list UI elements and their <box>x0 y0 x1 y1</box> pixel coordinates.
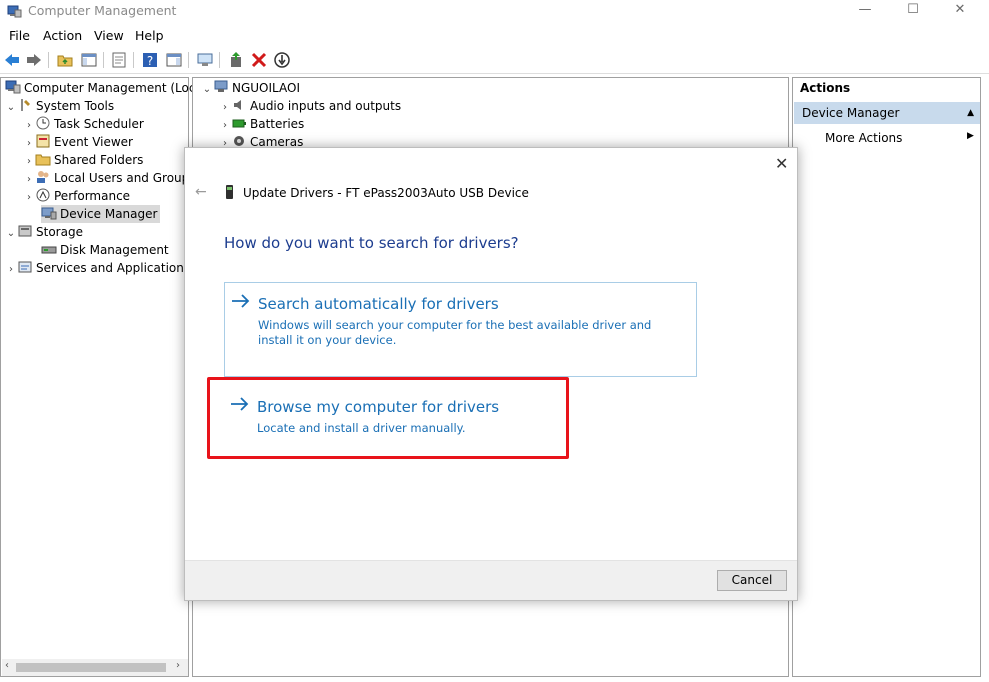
menu-bar: File Action View Help <box>0 25 989 45</box>
battery-icon <box>232 119 246 128</box>
up-folder-icon[interactable] <box>56 51 74 69</box>
camera-icon <box>234 136 244 146</box>
search-automatically-option[interactable]: Search automatically for drivers Windows… <box>224 282 697 377</box>
uninstall-device-icon[interactable] <box>250 51 268 69</box>
menu-help[interactable]: Help <box>135 28 164 43</box>
console-tree-pane: Computer Management (Local ⌄ System Tools… <box>0 77 206 677</box>
menu-action[interactable]: Action <box>43 28 82 43</box>
update-driver-icon[interactable] <box>227 51 245 69</box>
tools-icon <box>21 99 30 111</box>
toolbar-separator <box>219 52 220 68</box>
tree-item-event-viewer[interactable]: › Event Viewer <box>23 133 133 151</box>
more-actions-link[interactable]: More Actions <box>825 131 902 145</box>
scroll-left-icon[interactable]: ‹ <box>5 660 9 671</box>
search-automatically-description: Windows will search your computer for th… <box>258 318 652 347</box>
usb-device-icon <box>226 185 233 199</box>
dialog-heading: How do you want to search for drivers? <box>224 234 519 252</box>
tree-item-local-users[interactable]: › Local Users and Groups <box>23 169 196 187</box>
actions-pane: Actions Device Manager ▲ More Actions ▶ <box>792 77 981 677</box>
tree-item-storage[interactable]: ⌄ Storage <box>5 223 83 241</box>
disk-icon <box>41 246 57 254</box>
forward-arrow-icon[interactable] <box>25 51 43 69</box>
toolbar-separator <box>133 52 134 68</box>
horizontal-scrollbar[interactable]: ‹ › <box>2 659 188 676</box>
tree-item-computer-management[interactable]: Computer Management (Local <box>5 79 206 97</box>
tree-item-shared-folders[interactable]: › Shared Folders <box>23 151 143 169</box>
chevron-down-icon[interactable]: ⌄ <box>5 225 17 243</box>
window-title: Computer Management <box>28 3 177 18</box>
device-category-batteries[interactable]: › Batteries <box>219 115 304 133</box>
services-icon <box>18 261 32 273</box>
device-category-audio[interactable]: › Audio inputs and outputs <box>219 97 401 115</box>
tree-item-system-tools[interactable]: ⌄ System Tools <box>5 97 114 115</box>
close-window-button[interactable]: ✕ <box>937 0 983 22</box>
computer-icon <box>214 80 228 92</box>
maximize-button[interactable]: ☐ <box>890 0 936 22</box>
arrow-right-icon <box>232 294 250 308</box>
chevron-right-icon[interactable]: › <box>5 261 17 279</box>
cancel-button[interactable]: Cancel <box>717 570 787 591</box>
users-icon <box>37 171 49 183</box>
toolbar: ? <box>0 48 989 74</box>
menu-view[interactable]: View <box>94 28 124 43</box>
minimize-button[interactable]: — <box>842 0 888 22</box>
show-hide-console-tree-icon[interactable] <box>80 51 98 69</box>
tree-item-task-scheduler[interactable]: › Task Scheduler <box>23 115 144 133</box>
chevron-down-icon[interactable]: ⌄ <box>5 99 17 117</box>
dialog-title: Update Drivers - FT ePass2003Auto USB De… <box>243 186 529 200</box>
title-bar: Computer Management — ☐ ✕ <box>0 0 989 22</box>
menu-file[interactable]: File <box>9 28 30 43</box>
dialog-footer: Cancel <box>185 560 797 600</box>
tree-item-device-manager[interactable]: Device Manager <box>41 205 161 223</box>
tree-item-disk-management[interactable]: Disk Management <box>41 241 169 259</box>
computer-management-icon <box>5 80 21 94</box>
toolbar-separator <box>188 52 189 68</box>
performance-icon <box>36 188 50 202</box>
shared-folder-icon <box>35 154 51 166</box>
speaker-icon <box>234 100 241 110</box>
tree-item-performance[interactable]: › Performance <box>23 187 130 205</box>
collapse-up-icon[interactable]: ▲ <box>967 102 974 124</box>
back-button[interactable]: ← <box>195 184 207 200</box>
scrollbar-thumb[interactable] <box>16 663 166 672</box>
disable-device-icon[interactable] <box>273 51 291 69</box>
show-hide-action-pane-icon[interactable] <box>165 51 183 69</box>
actions-section-device-manager[interactable]: Device Manager ▲ <box>794 102 980 124</box>
actions-header: Actions <box>800 81 851 95</box>
computer-management-icon <box>7 5 22 18</box>
dialog-close-button[interactable]: ✕ <box>775 154 788 173</box>
submenu-arrow-icon[interactable]: ▶ <box>967 131 974 141</box>
update-drivers-dialog: ✕ ← Update Drivers - FT ePass2003Auto US… <box>184 147 798 601</box>
event-viewer-icon <box>36 134 50 148</box>
toolbar-separator <box>48 52 49 68</box>
chevron-right-icon[interactable]: › <box>23 189 35 207</box>
search-automatically-title: Search automatically for drivers <box>258 295 499 313</box>
help-icon[interactable]: ? <box>141 51 159 69</box>
storage-icon <box>18 225 32 237</box>
properties-icon[interactable] <box>110 51 128 69</box>
tree-item-services-applications[interactable]: › Services and Applications <box>5 259 190 277</box>
toolbar-separator <box>103 52 104 68</box>
clock-icon <box>36 116 50 130</box>
chevron-down-icon[interactable]: ⌄ <box>201 81 213 99</box>
red-highlight-box <box>207 377 569 459</box>
scroll-right-icon[interactable]: › <box>176 660 180 671</box>
device-computer-node[interactable]: ⌄ NGUOILAOI <box>201 79 300 97</box>
back-arrow-icon[interactable] <box>3 51 21 69</box>
device-manager-icon <box>41 207 57 220</box>
scan-hardware-icon[interactable] <box>196 51 214 69</box>
svg-text:?: ? <box>147 54 153 68</box>
